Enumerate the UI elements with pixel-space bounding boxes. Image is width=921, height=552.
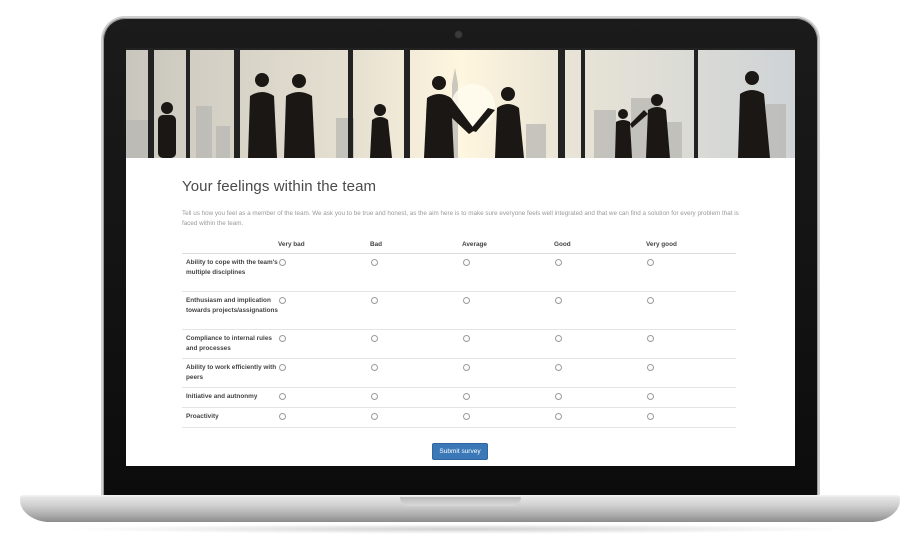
radio-bad[interactable]	[371, 364, 378, 371]
table-row: Proactivity	[182, 407, 736, 428]
submit-container: Submit survey	[182, 440, 738, 460]
radio-bad[interactable]	[371, 393, 378, 400]
survey-content: Your feelings within the team Tell us ho…	[182, 158, 742, 460]
table-row: Initiative and autnonmy	[182, 387, 736, 408]
radio-very-bad[interactable]	[279, 393, 286, 400]
question-label: Compliance to internal rules and process…	[182, 329, 278, 359]
survey-header-row: Very bad Bad Average Good Very good	[182, 237, 736, 254]
submit-survey-button[interactable]: Submit survey	[432, 443, 488, 460]
radio-very-bad[interactable]	[279, 297, 286, 304]
column-header-average: Average	[462, 237, 554, 254]
laptop-shadow	[60, 524, 860, 534]
radio-very-good[interactable]	[647, 393, 654, 400]
column-header-bad: Bad	[370, 237, 462, 254]
row-label-header	[182, 237, 278, 254]
column-header-very-good: Very good	[646, 237, 736, 254]
table-row: Compliance to internal rules and process…	[182, 329, 736, 359]
radio-bad[interactable]	[371, 413, 378, 420]
radio-very-good[interactable]	[647, 364, 654, 371]
question-label: Ability to work efficiently with peers	[182, 358, 278, 388]
column-header-good: Good	[554, 237, 646, 254]
radio-good[interactable]	[555, 297, 562, 304]
column-header-very-bad: Very bad	[278, 237, 370, 254]
laptop-mockup: Your feelings within the team Tell us ho…	[0, 0, 921, 552]
radio-average[interactable]	[463, 364, 470, 371]
radio-average[interactable]	[463, 259, 470, 266]
laptop-notch	[400, 497, 521, 506]
radio-very-bad[interactable]	[279, 413, 286, 420]
radio-very-good[interactable]	[647, 297, 654, 304]
question-label: Proactivity	[182, 407, 278, 428]
radio-average[interactable]	[463, 393, 470, 400]
header-banner-image	[126, 48, 795, 158]
radio-good[interactable]	[555, 413, 562, 420]
survey-description: Tell us how you feel as a member of the …	[182, 210, 739, 227]
radio-very-good[interactable]	[647, 335, 654, 342]
radio-bad[interactable]	[371, 297, 378, 304]
radio-average[interactable]	[463, 297, 470, 304]
radio-good[interactable]	[555, 259, 562, 266]
radio-very-good[interactable]	[647, 259, 654, 266]
business-silhouettes-image	[126, 48, 795, 158]
radio-average[interactable]	[463, 413, 470, 420]
camera-icon	[455, 31, 462, 38]
screen: Your feelings within the team Tell us ho…	[126, 48, 795, 466]
question-label: Ability to cope with the team's multiple…	[182, 253, 278, 292]
radio-bad[interactable]	[371, 259, 378, 266]
table-row: Enthusiasm and implication towards proje…	[182, 291, 736, 330]
radio-very-bad[interactable]	[279, 335, 286, 342]
radio-very-good[interactable]	[647, 413, 654, 420]
radio-very-bad[interactable]	[279, 259, 286, 266]
page-title: Your feelings within the team	[182, 178, 377, 195]
table-row: Ability to cope with the team's multiple…	[182, 253, 736, 292]
question-label: Enthusiasm and implication towards proje…	[182, 291, 278, 330]
radio-average[interactable]	[463, 335, 470, 342]
table-row: Ability to work efficiently with peers	[182, 358, 736, 388]
radio-good[interactable]	[555, 364, 562, 371]
survey-table: Very bad Bad Average Good Very good Abil…	[182, 237, 736, 428]
question-label: Initiative and autnonmy	[182, 387, 278, 408]
radio-bad[interactable]	[371, 335, 378, 342]
radio-very-bad[interactable]	[279, 364, 286, 371]
radio-good[interactable]	[555, 335, 562, 342]
radio-good[interactable]	[555, 393, 562, 400]
